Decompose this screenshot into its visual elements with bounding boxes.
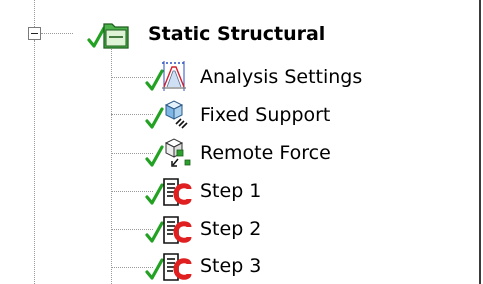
collapse-toggle[interactable]	[28, 27, 41, 40]
tree-node-label: Analysis Settings	[200, 66, 363, 88]
check-icon	[145, 145, 164, 167]
tree-node-fixed-support[interactable]: Fixed Support	[145, 99, 446, 133]
check-icon	[145, 221, 164, 243]
tree-guide-line	[41, 33, 73, 34]
tree-node-label: Static Structural	[148, 23, 326, 45]
tree-node-step-1[interactable]: Step 1	[145, 175, 446, 209]
step-command-icon	[145, 250, 194, 284]
tree-node-analysis-settings[interactable]: Analysis Settings	[145, 61, 446, 95]
step-command-icon	[145, 213, 194, 247]
tree-node-label: Remote Force	[200, 142, 331, 164]
check-icon	[145, 258, 164, 280]
step-command-icon	[145, 175, 194, 209]
tree-guide-line	[34, 40, 35, 284]
tree-node-remote-force[interactable]: Remote Force	[145, 137, 446, 171]
tree-node-label: Step 3	[200, 255, 262, 277]
tree-guide-line	[34, 0, 35, 27]
outline-tree-panel: Static Structural Analysis Settings Fixe…	[0, 0, 481, 284]
tree-node-step-3[interactable]: Step 3	[145, 250, 446, 284]
tree-node-label: Step 1	[200, 180, 262, 202]
check-icon	[145, 183, 164, 205]
tree-node-label: Step 2	[200, 218, 262, 240]
tree-node-static-structural[interactable]: Static Structural	[87, 18, 388, 52]
check-icon	[145, 69, 164, 91]
minus-icon	[31, 33, 38, 34]
tree-guide-line	[111, 46, 112, 284]
check-icon	[87, 26, 106, 48]
tree-node-label: Fixed Support	[200, 104, 331, 126]
analysis-settings-icon	[145, 61, 194, 95]
tree-node-step-2[interactable]: Step 2	[145, 213, 446, 247]
check-icon	[145, 107, 164, 129]
fixed-support-icon	[145, 99, 194, 133]
folder-icon	[87, 18, 136, 52]
remote-force-icon	[145, 137, 194, 171]
